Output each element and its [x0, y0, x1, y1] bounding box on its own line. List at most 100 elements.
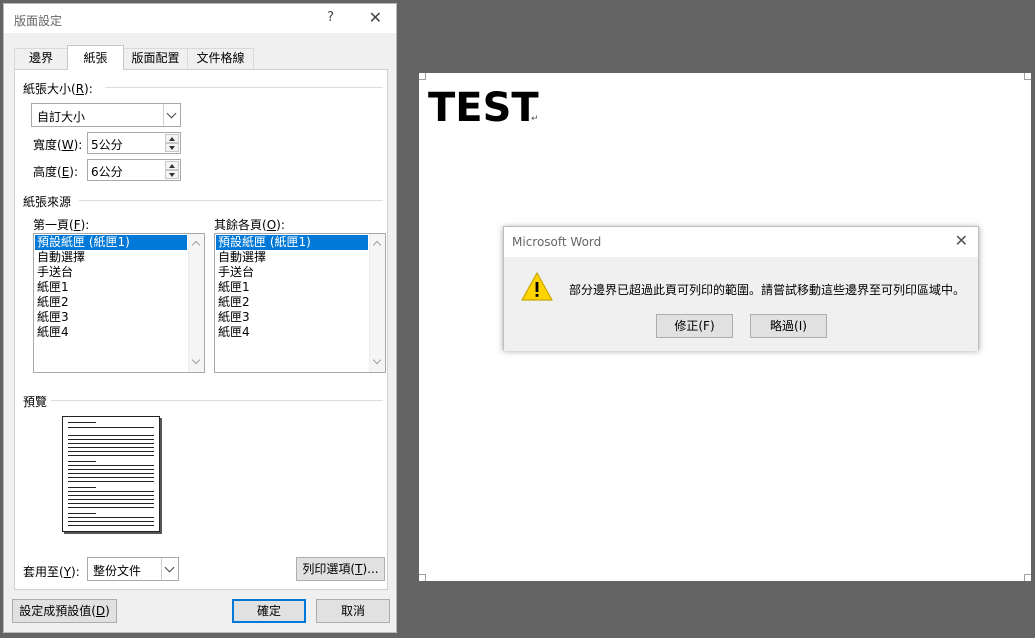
scroll-up-icon[interactable]	[191, 240, 201, 250]
dropdown-button[interactable]	[161, 558, 178, 580]
ignore-button[interactable]: 略過(I)	[750, 314, 827, 338]
divider	[105, 87, 383, 88]
preview-line	[68, 503, 154, 504]
message-title-bar[interactable]: Microsoft Word ✕	[504, 227, 978, 257]
preview-line	[68, 491, 154, 492]
width-value: 5公分	[91, 138, 123, 152]
scrollbar[interactable]	[369, 234, 385, 372]
chevron-down-icon	[166, 108, 177, 119]
scroll-down-icon[interactable]	[191, 355, 201, 365]
ok-button[interactable]: 確定	[232, 599, 306, 623]
list-item[interactable]: 紙匣3	[216, 310, 368, 325]
preview-line	[68, 461, 96, 462]
fix-button[interactable]: 修正(F)	[656, 314, 733, 338]
message-body: 部分邊界已超過此頁可列印的範圍。請嘗試移動這些邊界至可列印區域中。 修正(F) …	[504, 257, 978, 351]
preview-line	[68, 517, 154, 518]
first-page-label: 第一頁(F):	[33, 218, 90, 232]
preview-line	[68, 473, 154, 474]
tab-paper[interactable]: 紙張	[67, 45, 124, 70]
document-text[interactable]: TEST	[428, 84, 539, 132]
width-label: 寬度(W):	[33, 138, 83, 152]
tab-layout[interactable]: 版面配置	[123, 48, 188, 69]
preview-line	[68, 487, 96, 488]
crop-mark	[419, 73, 426, 80]
preview-line	[68, 525, 154, 526]
chevron-down-icon	[164, 562, 175, 573]
crop-mark	[1024, 73, 1031, 80]
paper-size-select[interactable]: 自訂大小	[31, 103, 181, 127]
cancel-button[interactable]: 取消	[316, 599, 390, 623]
increment-button[interactable]	[165, 161, 179, 170]
crop-mark	[419, 574, 426, 581]
preview-line	[68, 477, 154, 478]
up-arrow-icon	[169, 137, 175, 141]
down-arrow-icon	[169, 146, 175, 150]
down-arrow-icon	[169, 173, 175, 177]
stepper-controls	[165, 161, 179, 179]
other-pages-items: 預設紙匣 (紙匣1) 自動選擇 手送台 紙匣1 紙匣2 紙匣3 紙匣4	[216, 235, 368, 340]
preview-line	[68, 513, 96, 514]
message-text: 部分邊界已超過此頁可列印的範圍。請嘗試移動這些邊界至可列印區域中。	[569, 283, 966, 297]
preview-line	[68, 447, 154, 448]
preview-line	[68, 435, 154, 436]
increment-button[interactable]	[165, 134, 179, 143]
paper-tab-panel: 紙張大小(R): 自訂大小 寬度(W): 5公分 高度(E): 6公分 紙張來源…	[14, 69, 388, 590]
dropdown-button[interactable]	[163, 104, 180, 126]
close-icon[interactable]: ✕	[955, 231, 968, 250]
preview-line	[68, 422, 96, 423]
list-item[interactable]: 紙匣1	[216, 280, 368, 295]
scroll-down-icon[interactable]	[372, 355, 382, 365]
print-options-button[interactable]: 列印選項(T)...	[296, 557, 385, 581]
divider	[51, 400, 383, 401]
list-item[interactable]: 紙匣1	[35, 280, 187, 295]
preview-label: 預覽	[23, 395, 48, 409]
help-icon[interactable]: ?	[327, 10, 334, 25]
list-item[interactable]: 自動選擇	[216, 250, 368, 265]
preview-line	[68, 469, 154, 470]
height-value: 6公分	[91, 165, 123, 179]
scroll-up-icon[interactable]	[372, 240, 382, 250]
list-item[interactable]: 紙匣4	[35, 325, 187, 340]
list-item[interactable]: 紙匣3	[35, 310, 187, 325]
list-item[interactable]: 預設紙匣 (紙匣1)	[35, 235, 187, 250]
tab-margins[interactable]: 邊界	[14, 48, 68, 69]
crop-mark	[1024, 574, 1031, 581]
preview-line	[68, 455, 154, 456]
stepper-controls	[165, 134, 179, 152]
height-stepper[interactable]: 6公分	[87, 159, 181, 181]
apply-to-select[interactable]: 整份文件	[87, 557, 179, 581]
decrement-button[interactable]	[165, 170, 179, 179]
list-item[interactable]: 預設紙匣 (紙匣1)	[216, 235, 368, 250]
preview-line	[68, 499, 154, 500]
dialog-title-bar[interactable]: 版面設定 ? ✕	[4, 4, 396, 34]
decrement-button[interactable]	[165, 143, 179, 152]
first-page-items: 預設紙匣 (紙匣1) 自動選擇 手送台 紙匣1 紙匣2 紙匣3 紙匣4	[35, 235, 187, 340]
scrollbar[interactable]	[188, 234, 204, 372]
preview-line	[68, 443, 154, 444]
other-pages-listbox[interactable]: 預設紙匣 (紙匣1) 自動選擇 手送台 紙匣1 紙匣2 紙匣3 紙匣4	[214, 233, 386, 373]
close-icon[interactable]: ✕	[369, 8, 382, 27]
list-item[interactable]: 紙匣2	[35, 295, 187, 310]
paragraph-mark: ↵	[531, 114, 539, 124]
width-stepper[interactable]: 5公分	[87, 132, 181, 154]
up-arrow-icon	[169, 164, 175, 168]
paper-size-value: 自訂大小	[37, 110, 86, 124]
preview-line	[68, 521, 154, 522]
list-item[interactable]: 紙匣4	[216, 325, 368, 340]
list-item[interactable]: 手送台	[35, 265, 187, 280]
paper-size-label: 紙張大小(R):	[23, 82, 93, 96]
list-item[interactable]: 手送台	[216, 265, 368, 280]
tab-document-grid[interactable]: 文件格線	[187, 48, 254, 69]
list-item[interactable]: 紙匣2	[216, 295, 368, 310]
divider	[79, 200, 383, 201]
preview-line	[68, 465, 154, 466]
margin-warning-dialog: Microsoft Word ✕ 部分邊界已超過此頁可列印的範圍。請嘗試移動這些…	[503, 226, 979, 351]
height-label: 高度(E):	[33, 165, 79, 179]
set-default-button[interactable]: 設定成預設值(D)	[12, 599, 117, 623]
first-page-listbox[interactable]: 預設紙匣 (紙匣1) 自動選擇 手送台 紙匣1 紙匣2 紙匣3 紙匣4	[33, 233, 205, 373]
page-preview	[62, 416, 160, 532]
preview-line	[68, 427, 154, 428]
page-setup-dialog: 版面設定 ? ✕ 邊界 紙張 版面配置 文件格線 紙張大小(R): 自訂大小 寬…	[3, 3, 397, 633]
preview-line	[68, 507, 154, 508]
list-item[interactable]: 自動選擇	[35, 250, 187, 265]
